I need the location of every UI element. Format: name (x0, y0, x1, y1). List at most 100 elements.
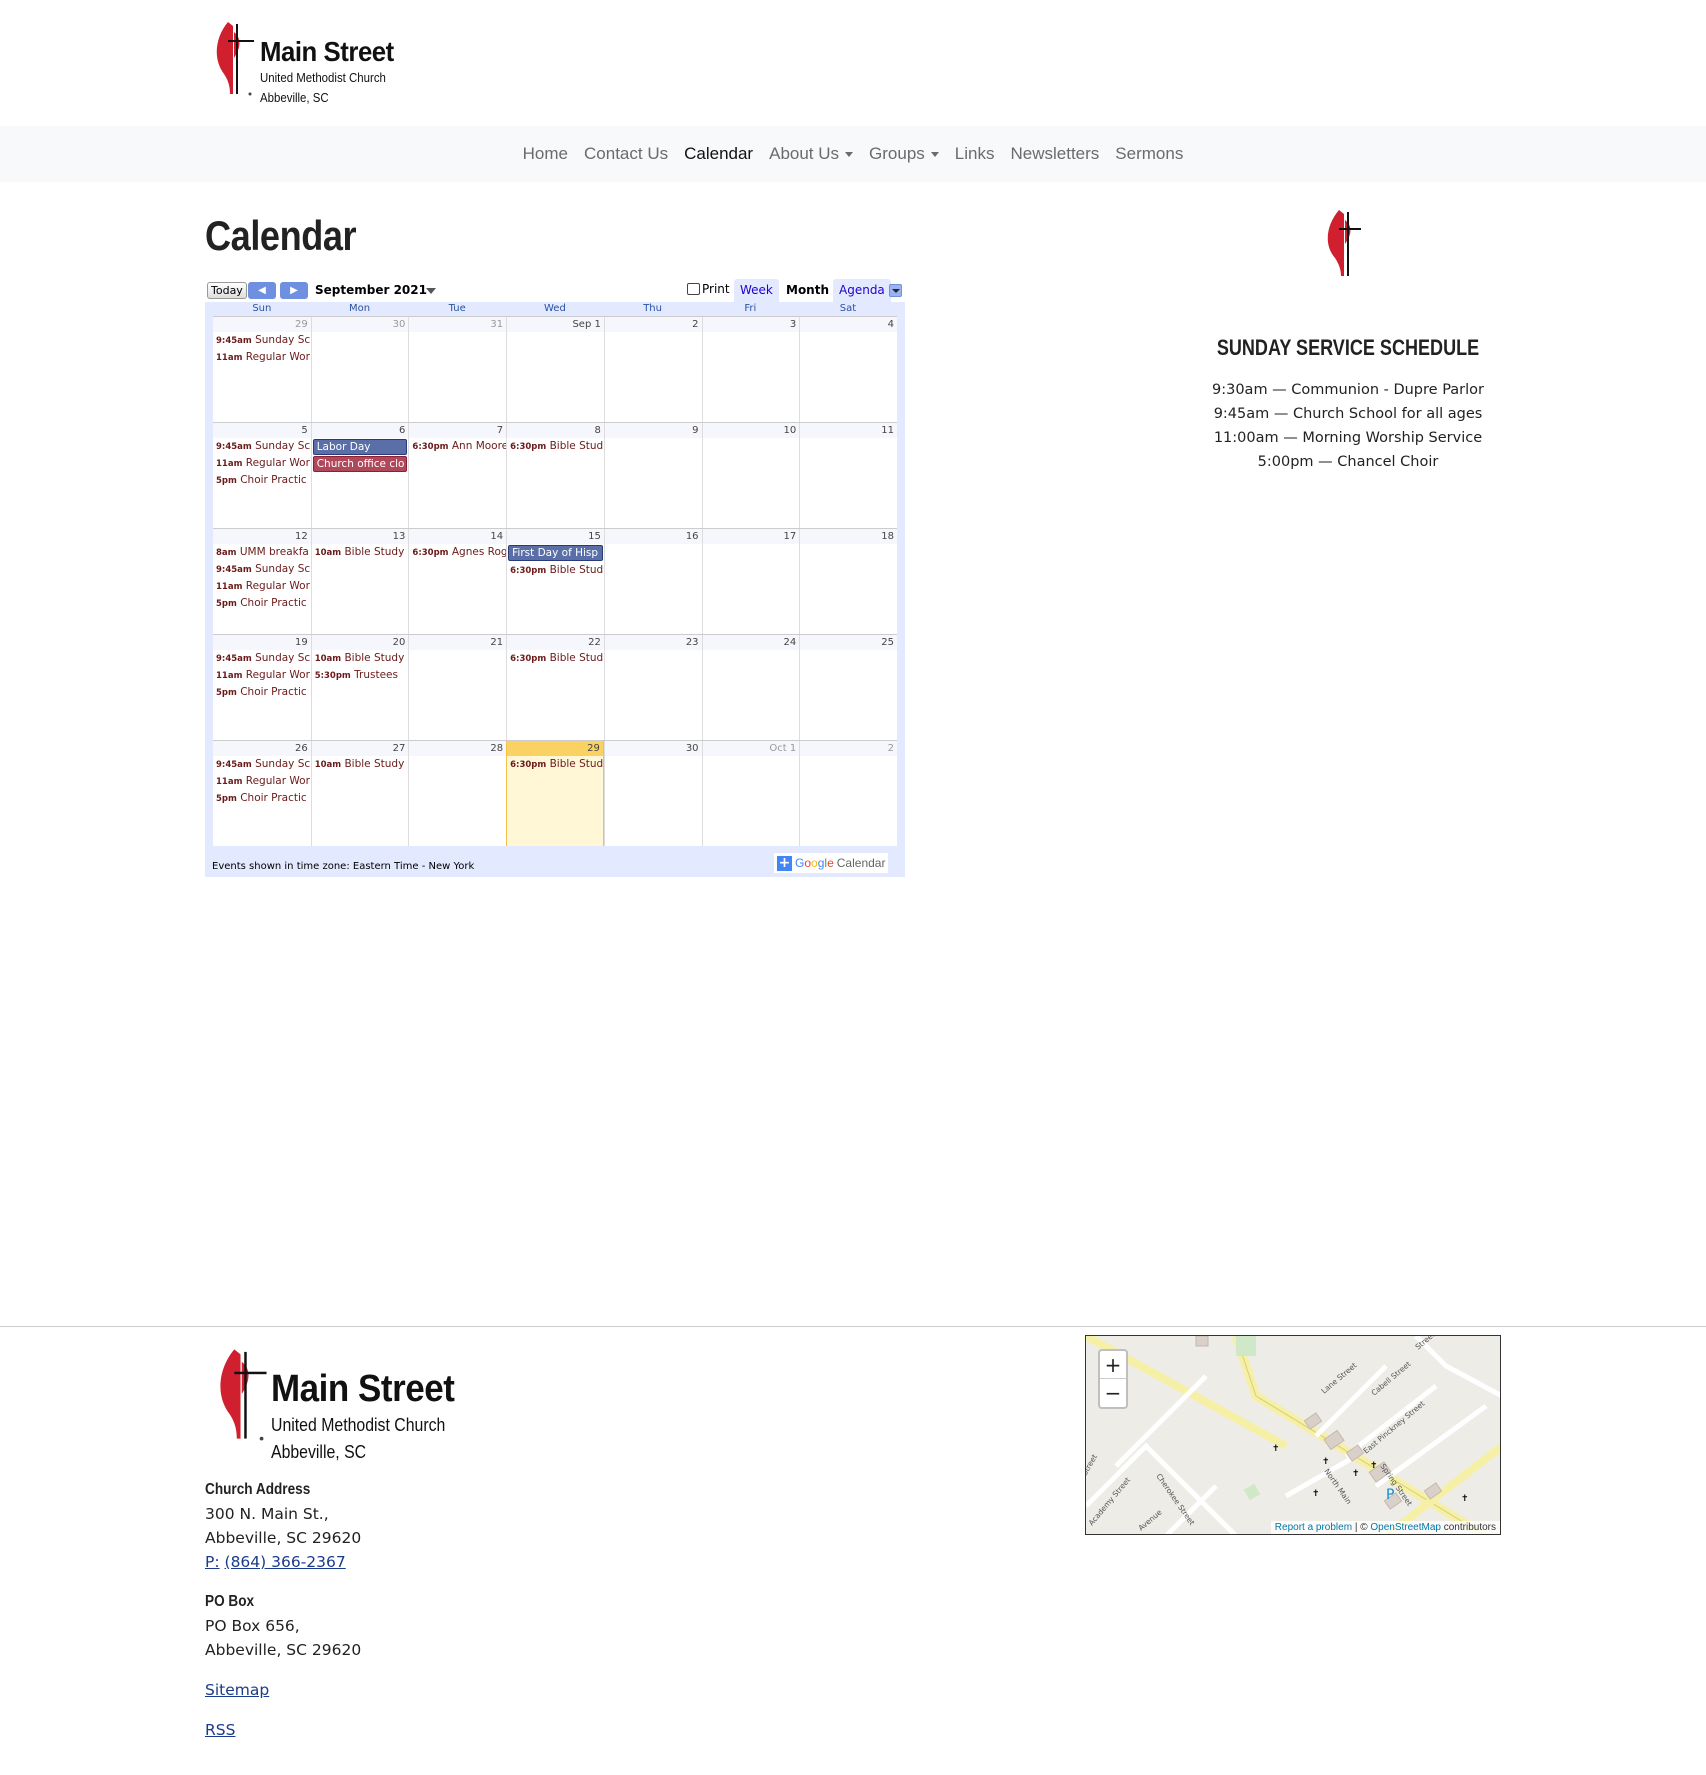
footer-logo[interactable]: Main Street United Methodist Church Abbe… (217, 1342, 470, 1466)
google-calendar-link[interactable]: + Google Calendar (774, 853, 889, 873)
phone-prefix[interactable]: P: (205, 1553, 220, 1571)
calendar-event[interactable]: 10am Bible Study (312, 650, 409, 667)
calendar-event[interactable]: 5:30pm Trustees (312, 667, 409, 684)
all-day-event[interactable]: Labor Day (312, 439, 408, 455)
location-map[interactable]: ✝ ✝ ✝ ✝ ✝ ✝ Lane Street Cabell Street East … (1085, 1335, 1501, 1535)
calendar-event[interactable]: 9:45am Sunday Sc (213, 438, 311, 455)
day-number: 13 (311, 529, 409, 544)
all-day-event[interactable]: First Day of Hisp (508, 545, 603, 561)
calendar-day-cell[interactable]: 5 9:45am Sunday Sc 11am Regular Wor 5pm Cho… (213, 423, 311, 528)
schedule-item: 9:45am — Church School for all ages (1213, 406, 1483, 422)
calendar-event[interactable]: 9:45am Sunday Sc (213, 332, 311, 349)
event-title: Regular Wor (245, 669, 310, 681)
calendar-day-cell[interactable]: 10 (701, 423, 800, 528)
calendar-day-cell[interactable]: 25 (799, 635, 897, 740)
tab-week[interactable]: Week (734, 279, 779, 302)
next-month-button[interactable]: ▶ (280, 282, 308, 299)
calendar-day-cell[interactable]: 7 6:30pm Ann Moore (408, 423, 507, 528)
calendar-day-cell[interactable]: 30 (603, 741, 702, 846)
calendar-event[interactable]: 10am Bible Study (312, 756, 409, 773)
calendar-day-cell[interactable]: 15 First Day of Hisp 6:30pm Bible Stud (506, 529, 604, 634)
schedule-title: SUNDAY SERVICE SCHEDULE (1216, 335, 1480, 360)
zoom-out-button[interactable]: − (1100, 1379, 1126, 1407)
date-picker-dropdown-icon[interactable] (426, 288, 436, 294)
calendar-day-cell[interactable]: 21 (408, 635, 507, 740)
tab-agenda[interactable]: Agenda (833, 279, 891, 302)
calendar-day-cell[interactable]: 20 10am Bible Study 5:30pm Trustees (310, 635, 409, 740)
nav-calendar[interactable]: Calendar (676, 144, 761, 164)
osm-link[interactable]: OpenStreetMap (1370, 1522, 1441, 1533)
calendar-day-cell[interactable]: 28 (408, 741, 507, 846)
calendar-day-cell[interactable]: 13 10am Bible Study (310, 529, 409, 634)
zoom-in-button[interactable]: + (1100, 1351, 1126, 1379)
calendar-day-cell[interactable]: 9 (603, 423, 702, 528)
calendar-event[interactable]: 6:30pm Bible Stud (507, 756, 603, 773)
calendar-event[interactable]: 9:45am Sunday Sc (213, 756, 311, 773)
calendar-day-cell[interactable]: 29 6:30pm Bible Stud (506, 741, 604, 846)
report-problem-link[interactable]: Report a problem (1275, 1522, 1352, 1533)
calendar-day-cell[interactable]: 30 (310, 317, 409, 422)
calendar-event[interactable]: 5pm Choir Practic (213, 684, 311, 701)
calendar-event[interactable]: 11am Regular Wor (213, 667, 311, 684)
calendar-event[interactable]: 8am UMM breakfa (213, 544, 311, 561)
calendar-day-cell[interactable]: 26 9:45am Sunday Sc 11am Regular Wor 5pm Ch… (213, 741, 311, 846)
calendar-day-cell[interactable]: 23 (603, 635, 702, 740)
calendar-day-cell[interactable]: 22 6:30pm Bible Stud (506, 635, 604, 740)
calendar-event[interactable]: 6:30pm Agnes Rog (409, 544, 506, 561)
phone-link[interactable]: (864) 366-2367 (225, 1553, 346, 1571)
nav-groups[interactable]: Groups (861, 144, 947, 164)
today-button[interactable]: Today (207, 282, 247, 299)
calendar-day-cell[interactable]: 18 (799, 529, 897, 634)
event-time: 11am (216, 671, 243, 681)
calendar-day-cell[interactable]: Oct 1 (701, 741, 800, 846)
calendar-event[interactable]: 6:30pm Bible Stud (507, 562, 604, 579)
calendar-event[interactable]: 11am Regular Wor (213, 578, 311, 595)
calendar-event[interactable]: 5pm Choir Practic (213, 790, 311, 807)
calendar-day-cell[interactable]: 2 (799, 741, 897, 846)
calendar-day-cell[interactable]: 6 Labor Day Church office clo (310, 423, 409, 528)
nav-about-us[interactable]: About Us (761, 144, 861, 164)
calendar-day-cell[interactable]: 3 (701, 317, 800, 422)
calendar-event[interactable]: 5pm Choir Practic (213, 595, 311, 612)
rss-link[interactable]: RSS (205, 1721, 235, 1739)
calendar-day-cell[interactable]: 27 10am Bible Study (310, 741, 409, 846)
prev-month-button[interactable]: ◀ (248, 282, 276, 299)
calendar-event[interactable]: 10am Bible Study (312, 544, 409, 561)
nav-sermons[interactable]: Sermons (1107, 144, 1191, 164)
calendar-event[interactable]: 11am Regular Wor (213, 349, 311, 366)
tab-month[interactable]: Month (780, 279, 836, 302)
calendar-event[interactable]: 6:30pm Ann Moore (409, 438, 506, 455)
calendar-event[interactable]: 11am Regular Wor (213, 773, 311, 790)
print-button[interactable]: Print (687, 282, 730, 296)
event-time: 11am (216, 353, 243, 363)
calendar-event[interactable]: 9:45am Sunday Sc (213, 561, 311, 578)
calendar-event[interactable]: 11am Regular Wor (213, 455, 311, 472)
calendar-day-cell[interactable]: Sep 1 (506, 317, 604, 422)
calendar-event[interactable]: 9:45am Sunday Sc (213, 650, 311, 667)
church-logo[interactable]: Main Street United Methodist Church Abbe… (214, 18, 405, 107)
calendar-day-cell[interactable]: 2 (603, 317, 702, 422)
calendar-day-cell[interactable]: 17 (701, 529, 800, 634)
calendar-day-cell[interactable]: 4 (799, 317, 897, 422)
calendar-event[interactable]: 6:30pm Bible Stud (507, 650, 604, 667)
nav-links[interactable]: Links (947, 144, 1003, 164)
calendar-list-dropdown-icon[interactable] (889, 284, 902, 297)
calendar-event[interactable]: 5pm Choir Practic (213, 472, 311, 489)
calendar-event[interactable]: 6:30pm Bible Stud (507, 438, 604, 455)
calendar-day-cell[interactable]: 16 (603, 529, 702, 634)
calendar-day-cell[interactable]: 8 6:30pm Bible Stud (506, 423, 604, 528)
all-day-event[interactable]: Church office clo (312, 456, 408, 472)
nav-contact-us[interactable]: Contact Us (576, 144, 676, 164)
calendar-day-cell[interactable]: 24 (701, 635, 800, 740)
calendar-day-cell[interactable]: 29 9:45am Sunday Sc 11am Regular Wor (213, 317, 311, 422)
calendar-day-cell[interactable]: 19 9:45am Sunday Sc 11am Regular Wor 5pm Ch… (213, 635, 311, 740)
event-time: 5:30pm (314, 671, 351, 681)
svg-text:✝: ✝ (1312, 1489, 1320, 1499)
calendar-day-cell[interactable]: 12 8am UMM breakfa 9:45am Sunday Sc 11am Re… (213, 529, 311, 634)
nav-newsletters[interactable]: Newsletters (1002, 144, 1107, 164)
nav-home[interactable]: Home (515, 144, 576, 164)
sitemap-link[interactable]: Sitemap (205, 1681, 269, 1699)
calendar-day-cell[interactable]: 11 (799, 423, 897, 528)
calendar-day-cell[interactable]: 31 (408, 317, 507, 422)
calendar-day-cell[interactable]: 14 6:30pm Agnes Rog (408, 529, 507, 634)
